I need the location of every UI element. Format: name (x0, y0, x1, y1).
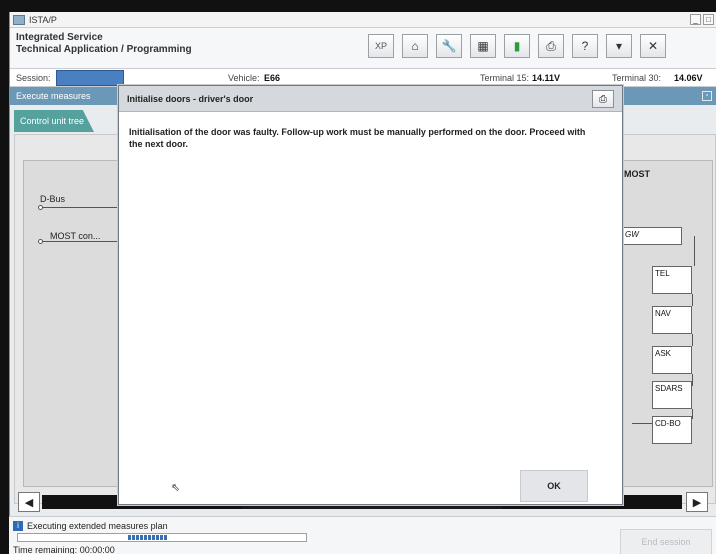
ecu-ask[interactable]: ASK (652, 346, 692, 374)
terminal30-label: Terminal 30: (612, 73, 662, 83)
connector-line (692, 294, 693, 306)
connector-line (692, 374, 693, 386)
end-session-button[interactable]: End session (620, 529, 712, 554)
bus-node-most[interactable] (38, 239, 43, 244)
connector-line (692, 334, 693, 346)
connector-line (694, 236, 695, 266)
time-remaining-label: Time remaining: (13, 545, 78, 554)
time-remaining-value: 00:00:00 (79, 545, 115, 554)
printer-icon[interactable]: ⎙ (538, 34, 564, 58)
scroll-right-button[interactable]: ▶ (686, 492, 708, 512)
collapse-icon[interactable]: ▫ (702, 91, 712, 101)
dialog-footer: ⇖ OK (119, 470, 622, 504)
dialog-message: Initialisation of the door was faulty. F… (129, 127, 586, 149)
time-remaining: Time remaining: 00:00:00 (13, 545, 115, 554)
ecu-nav[interactable]: NAV (652, 306, 692, 334)
initialise-doors-dialog: Initialise doors - driver's door ⎙ Initi… (118, 85, 623, 505)
bus-line-dbus (40, 207, 120, 208)
help-icon[interactable]: ? (572, 34, 598, 58)
app-icon (13, 14, 25, 25)
toolbar: XP ⌂ 🔧 ▦ ▮ ⎙ ? ▾ ✕ (368, 34, 666, 58)
ecu-sdars[interactable]: SDARS (652, 381, 692, 409)
ecu-cd-bo[interactable]: CD-BO (652, 416, 692, 444)
bus-label-dbus: D-Bus (40, 194, 66, 204)
xp-button[interactable]: XP (368, 34, 394, 58)
wrench-icon[interactable]: 🔧 (436, 34, 462, 58)
ecu-icon[interactable]: ▦ (470, 34, 496, 58)
bus-label-most: MOST con... (50, 231, 101, 241)
scroll-left-button[interactable]: ◀ (18, 492, 40, 512)
progress-fill (128, 535, 168, 540)
vehicle-label: Vehicle: (228, 73, 260, 83)
terminal15-label: Terminal 15: (480, 73, 530, 83)
home-icon[interactable]: ⌂ (402, 34, 428, 58)
app-header: Integrated Service Technical Application… (10, 28, 716, 69)
session-id-redacted (56, 70, 124, 86)
ecu-gw[interactable]: GW (622, 227, 682, 245)
window-title: ISTA/P (29, 14, 57, 25)
terminal30-value: 14.06V (674, 73, 703, 83)
dialog-title: Initialise doors - driver's door (127, 94, 254, 104)
app-name: Integrated Service Technical Application… (16, 32, 192, 56)
window-minimize-button[interactable]: _ (690, 14, 701, 25)
measure-bar-title: Execute measures (16, 91, 91, 101)
dialog-header: Initialise doors - driver's door ⎙ (119, 86, 622, 112)
info-icon: i (13, 521, 23, 531)
battery-icon[interactable]: ▮ (504, 34, 530, 58)
bus-line-most (40, 241, 120, 242)
window-controls: _ □ (690, 14, 714, 25)
app-name-line2: Technical Application / Programming (16, 44, 192, 55)
minimize-panel-icon[interactable]: ▾ (606, 34, 632, 58)
ok-button[interactable]: OK (520, 470, 588, 502)
mouse-cursor-icon: ⇖ (171, 482, 181, 494)
ecu-tel[interactable]: TEL (652, 266, 692, 294)
bus-node-dbus[interactable] (38, 205, 43, 210)
app-name-line1: Integrated Service (16, 32, 103, 43)
progress-bar (17, 533, 307, 542)
print-icon[interactable]: ⎙ (592, 90, 614, 108)
status-message: Executing extended measures plan (27, 521, 168, 531)
connector-line (692, 409, 693, 419)
title-bar: ISTA/P _ □ (10, 12, 716, 28)
terminal15-value: 14.11V (532, 73, 561, 83)
vehicle-value: E66 (264, 73, 281, 83)
session-label: Session: (16, 73, 51, 83)
status-bar: i Executing extended measures plan Time … (9, 516, 716, 554)
close-icon[interactable]: ✕ (640, 34, 666, 58)
connector-line (632, 423, 652, 424)
most-label: MOST (624, 169, 650, 179)
tab-control-unit-tree[interactable]: Control unit tree (14, 110, 94, 132)
window-maximize-button[interactable]: □ (703, 14, 714, 25)
